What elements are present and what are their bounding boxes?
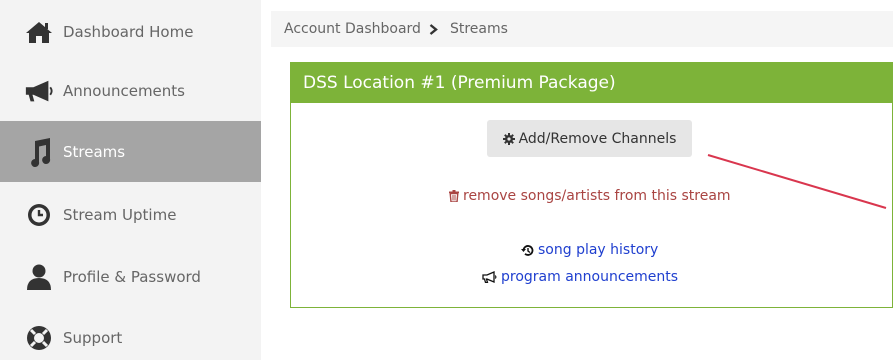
annotation-arrow-line [707,154,887,209]
